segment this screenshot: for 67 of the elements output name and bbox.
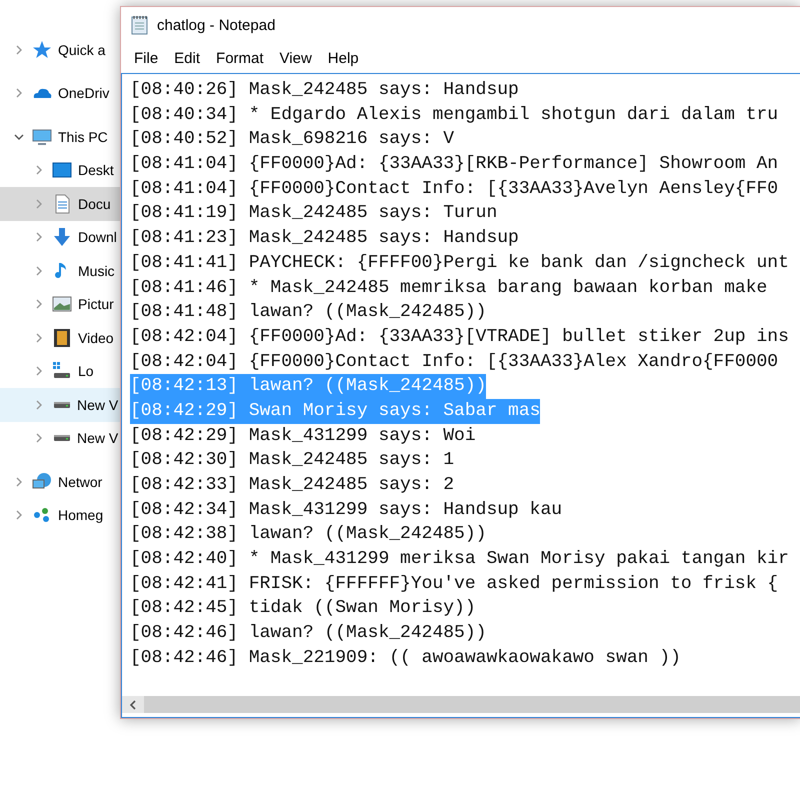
log-line: [08:42:46] Mask_221909: (( awoawawkaowakawo swan )) (130, 646, 681, 670)
chevron-right-icon[interactable] (34, 433, 44, 444)
log-line: [08:42:29] Mask_431299 says: Woi (130, 424, 476, 448)
log-line: [08:40:26] Mask_242485 says: Handsup (130, 79, 519, 102)
log-line: [08:41:04] {FF0000}Contact Info: [{33AA33}Avelyn Aensley{FF0 (130, 178, 778, 201)
log-line: [08:42:04] {FF0000}Contact Info: [{33AA33}Alex Xandro{FF0000 (130, 350, 778, 374)
picture-icon (52, 294, 72, 314)
menu-item[interactable]: Edit (166, 50, 208, 66)
chevron-right-icon[interactable] (34, 165, 44, 176)
drive-icon (53, 434, 71, 442)
chevron-right-icon[interactable] (14, 476, 24, 487)
log-line: [08:42:30] Mask_242485 says: 1 (130, 449, 454, 472)
menu-item[interactable]: View (272, 50, 320, 66)
chevron-down-icon[interactable] (14, 132, 24, 142)
chevron-right-icon[interactable] (34, 400, 44, 410)
menu-item[interactable]: File (126, 50, 166, 66)
navigation-item[interactable]: Docu (0, 187, 120, 220)
log-line: [08:42:40] * Mask_431299 meriksa Swan Morisy pakai tangan kir (130, 548, 789, 572)
log-line: [08:41:46] * Mask_242485 memriksa barang bawaan korban make (130, 276, 768, 300)
notepad-icon (131, 15, 149, 35)
chevron-right-icon[interactable] (14, 44, 24, 55)
chevron-right-icon[interactable] (34, 232, 44, 242)
log-line: [08:42:46] lawan? ((Mask_242485)) (130, 622, 486, 646)
chevron-right-icon[interactable] (34, 366, 44, 376)
navigation-item[interactable]: Networ (0, 465, 120, 498)
desktop-icon (52, 160, 72, 180)
chevron-right-icon[interactable] (34, 266, 44, 276)
menu-item[interactable]: Help (320, 50, 367, 66)
film-icon (52, 328, 72, 348)
navigation-item[interactable]: Homeg (0, 498, 120, 532)
log-line: [08:42:33] Mask_242485 says: 2 (130, 474, 454, 497)
navigation-item[interactable]: This PC (0, 120, 120, 154)
log-line: [08:41:23] Mask_242485 says: Handsup (130, 227, 519, 250)
navigation-item[interactable]: Downl (0, 220, 120, 254)
log-line: [08:42:45] tidak ((Swan Morisy)) (130, 597, 476, 620)
log-line: [08:42:04] {FF0000}Ad: {33AA33}[VTRADE] bullet stiker 2up ins (130, 326, 789, 349)
log-line: [08:42:41] FRISK: {FFFFFF}You've asked permission to frisk { (130, 572, 778, 596)
log-line: [08:41:48] lawan? ((Mask_242485)) (130, 301, 486, 324)
window-title: chatlog - Notepad (157, 16, 276, 34)
navigation-item[interactable]: New V (0, 422, 120, 455)
log-line: [08:41:04] {FF0000}Ad: {33AA33}[RKB-Performance] Showroom An (130, 153, 778, 176)
chevron-right-icon[interactable] (34, 299, 44, 310)
horizontal-scrollbar[interactable] (122, 696, 800, 713)
log-line: [08:41:19] Mask_242485 says: Turun (130, 202, 498, 226)
navigation-item[interactable]: Quick a (0, 33, 120, 66)
drive-icon (53, 400, 71, 409)
navigation-item[interactable]: Video (0, 321, 120, 354)
log-line: [08:42:38] lawan? ((Mask_242485)) (130, 523, 486, 546)
star-icon (32, 40, 52, 60)
log-line: [08:40:52] Mask_698216 says: V (130, 128, 454, 152)
monitor-icon (32, 126, 52, 147)
navigation-item[interactable]: Music (0, 254, 120, 288)
menu-item[interactable]: Format (208, 50, 272, 66)
navigation-item[interactable]: Pictur (0, 288, 120, 321)
log-line: [08:41:41] PAYCHECK: {FFFF00}Pergi ke bank dan /signcheck unt (130, 252, 789, 275)
log-line: [08:42:34] Mask_431299 says: Handsup kau (130, 498, 562, 522)
chevron-right-icon[interactable] (34, 198, 44, 209)
chevron-left-icon[interactable] (129, 700, 137, 710)
navigation-item[interactable]: Deskt (0, 154, 120, 187)
navigation-item[interactable]: Lo (0, 354, 120, 388)
chevron-right-icon[interactable] (34, 332, 44, 343)
navigation-item[interactable]: OneDriv (0, 76, 120, 110)
chevron-right-icon[interactable] (14, 88, 24, 98)
down-arrow-icon (52, 227, 72, 248)
chevron-right-icon[interactable] (14, 510, 24, 520)
navigation-item[interactable]: New V (0, 388, 120, 422)
log-line: [08:40:34] * Edgardo Alexis mengambil shotgun dari dalam tru (130, 104, 778, 127)
